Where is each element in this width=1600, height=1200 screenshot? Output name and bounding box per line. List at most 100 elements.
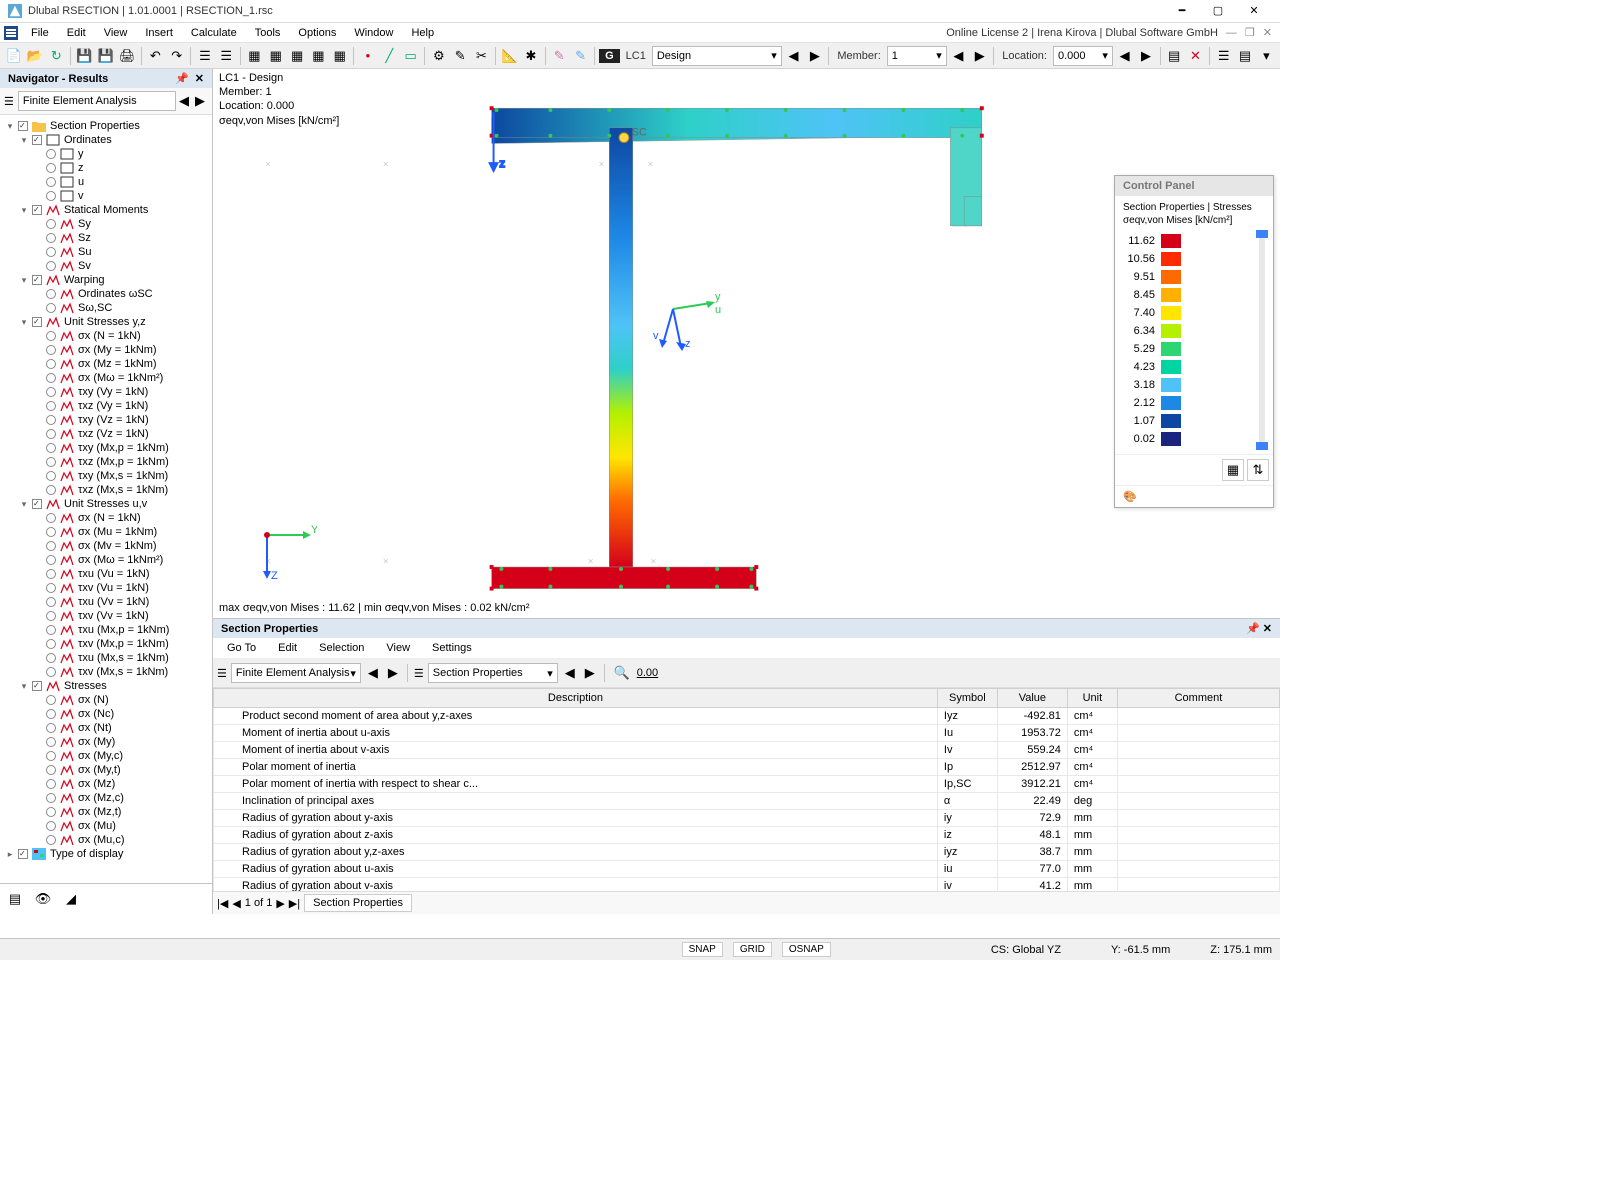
tree-item[interactable]: τxy (Mx,s = 1kNm) [0, 469, 212, 483]
props-menu-go-to[interactable]: Go To [221, 640, 262, 656]
menu-options[interactable]: Options [289, 25, 345, 41]
props-tab-section[interactable]: Section Properties [304, 894, 412, 912]
control-panel[interactable]: Control Panel Section Properties | Stres… [1114, 175, 1274, 508]
cp-options2-icon[interactable]: ⇅ [1247, 459, 1269, 481]
tree-item[interactable]: σx (Mu) [0, 819, 212, 833]
element-icon[interactable]: ▭ [401, 45, 420, 67]
grid4-icon[interactable]: ▦ [309, 45, 328, 67]
tree-item[interactable]: σx (My) [0, 735, 212, 749]
cp-palette-icon[interactable]: 🎨 [1123, 490, 1137, 503]
section-properties-table[interactable]: DescriptionSymbolValueUnitComment Produc… [213, 688, 1280, 891]
brush-icon[interactable]: ✎ [550, 45, 569, 67]
table-row[interactable]: Radius of gyration about u-axisiu77.0mm [214, 861, 1280, 878]
tree-item[interactable]: Sv [0, 259, 212, 273]
grid2-icon[interactable]: ▦ [266, 45, 285, 67]
member-next-icon[interactable]: ▶ [970, 45, 989, 67]
save-icon[interactable]: 💾 [75, 45, 94, 67]
props-menu-edit[interactable]: Edit [272, 640, 303, 656]
tree-item[interactable]: σx (Mv = 1kNm) [0, 539, 212, 553]
tree-item[interactable]: u [0, 175, 212, 189]
tool3-icon[interactable]: ✂ [472, 45, 491, 67]
open-icon[interactable]: 📂 [25, 45, 44, 67]
line-icon[interactable]: ╱ [380, 45, 399, 67]
tree-item[interactable]: σx (My = 1kNm) [0, 343, 212, 357]
cp-options1-icon[interactable]: ▦ [1222, 459, 1244, 481]
props-table-combo[interactable]: Section Properties▾ [428, 663, 558, 683]
app-menu-icon[interactable] [4, 26, 18, 40]
tree-item[interactable]: ▾Unit Stresses y,z [0, 315, 212, 329]
tree-item[interactable]: σx (Mz = 1kNm) [0, 357, 212, 371]
loc-next-icon[interactable]: ▶ [1136, 45, 1155, 67]
tool1-icon[interactable]: ⚙ [429, 45, 448, 67]
props-nav-prev[interactable]: ◀ [365, 662, 381, 684]
tree-item[interactable]: σx (N) [0, 693, 212, 707]
nav-tab3-icon[interactable]: ◢ [60, 888, 82, 910]
tree-item[interactable]: v [0, 189, 212, 203]
extras1-icon[interactable]: ☰ [1214, 45, 1233, 67]
tree-item[interactable]: τxv (Mx,s = 1kNm) [0, 665, 212, 679]
table-row[interactable]: Product second moment of area about y,z-… [214, 708, 1280, 725]
node-icon[interactable]: • [358, 45, 377, 67]
props-nav-next[interactable]: ▶ [385, 662, 401, 684]
tree-item[interactable]: ▾Stresses [0, 679, 212, 693]
stress-result-icon[interactable]: ▤ [1164, 45, 1183, 67]
pager-last-icon[interactable]: ▶| [289, 897, 300, 910]
tree-item[interactable]: σx (Mu,c) [0, 833, 212, 847]
grid5-icon[interactable]: ▦ [330, 45, 349, 67]
tree-item[interactable]: Sy [0, 217, 212, 231]
tree-item[interactable]: τxz (Mx,p = 1kNm) [0, 455, 212, 469]
undo-icon[interactable]: ↶ [146, 45, 165, 67]
pager-next-icon[interactable]: ▶ [276, 897, 284, 910]
tree-item[interactable]: τxu (Vu = 1kN) [0, 567, 212, 581]
menu-edit[interactable]: Edit [58, 25, 95, 41]
tree-item[interactable]: ▾Section Properties [0, 119, 212, 133]
tree-item[interactable]: ▾Warping [0, 273, 212, 287]
status-osnap[interactable]: OSNAP [782, 942, 831, 957]
tree-item[interactable]: Ordinates ωSC [0, 287, 212, 301]
tree-item[interactable]: ▾Ordinates [0, 133, 212, 147]
tree-item[interactable]: σx (Mz) [0, 777, 212, 791]
tool2-icon[interactable]: ✎ [450, 45, 469, 67]
status-snap[interactable]: SNAP [682, 942, 723, 957]
status-grid[interactable]: GRID [733, 942, 772, 957]
new-icon[interactable]: 📄 [4, 45, 23, 67]
loc-prev-icon[interactable]: ◀ [1115, 45, 1134, 67]
cp-slider[interactable] [1259, 232, 1265, 448]
navigator-tree[interactable]: ▾Section Properties▾Ordinatesyzuv▾Static… [0, 115, 212, 883]
tree-item[interactable]: τxu (Vv = 1kN) [0, 595, 212, 609]
tree-item[interactable]: σx (Nc) [0, 707, 212, 721]
props-menu-settings[interactable]: Settings [426, 640, 478, 656]
maximize-button[interactable]: ▢ [1200, 1, 1236, 21]
tree-item[interactable]: τxz (Vz = 1kN) [0, 427, 212, 441]
refresh-icon[interactable]: ↻ [47, 45, 66, 67]
menu-view[interactable]: View [95, 25, 137, 41]
mdi-restore[interactable]: ❐ [1245, 26, 1255, 39]
tree-item[interactable]: τxz (Vy = 1kN) [0, 399, 212, 413]
tree-item[interactable]: y [0, 147, 212, 161]
tree-item[interactable]: σx (Mω = 1kNm²) [0, 371, 212, 385]
tree-item[interactable]: ▾Unit Stresses u,v [0, 497, 212, 511]
extras3-icon[interactable]: ▾ [1257, 45, 1276, 67]
props-tbl-next[interactable]: ▶ [582, 662, 598, 684]
tree-item[interactable]: σx (N = 1kN) [0, 329, 212, 343]
lc-prev-icon[interactable]: ◀ [784, 45, 803, 67]
tree-item[interactable]: Sω,SC [0, 301, 212, 315]
table-row[interactable]: Radius of gyration about v-axisiv41.2mm [214, 878, 1280, 892]
table-row[interactable]: Radius of gyration about y,z-axesiyz38.7… [214, 844, 1280, 861]
member-prev-icon[interactable]: ◀ [949, 45, 968, 67]
member-combo[interactable]: 1▾ [887, 46, 947, 66]
tree-item[interactable]: τxu (Mx,s = 1kNm) [0, 651, 212, 665]
table-row[interactable]: Moment of inertia about v-axisIv559.24cm… [214, 742, 1280, 759]
tree-item[interactable]: Sz [0, 231, 212, 245]
pager-prev-icon[interactable]: ◀ [232, 897, 240, 910]
lc-next-icon[interactable]: ▶ [805, 45, 824, 67]
table-row[interactable]: Polar moment of inertiaIp2512.97cm⁴ [214, 759, 1280, 776]
save-as-icon[interactable]: 💾 [96, 45, 115, 67]
tool5-icon[interactable]: ✱ [521, 45, 540, 67]
print-icon[interactable]: 🖨 [118, 45, 137, 67]
tree-item[interactable]: ▸Type of display [0, 847, 212, 861]
tree-item[interactable]: τxu (Mx,p = 1kNm) [0, 623, 212, 637]
mdi-minimize[interactable]: — [1226, 27, 1237, 39]
tree-item[interactable]: Su [0, 245, 212, 259]
tree-item[interactable]: σx (Nt) [0, 721, 212, 735]
